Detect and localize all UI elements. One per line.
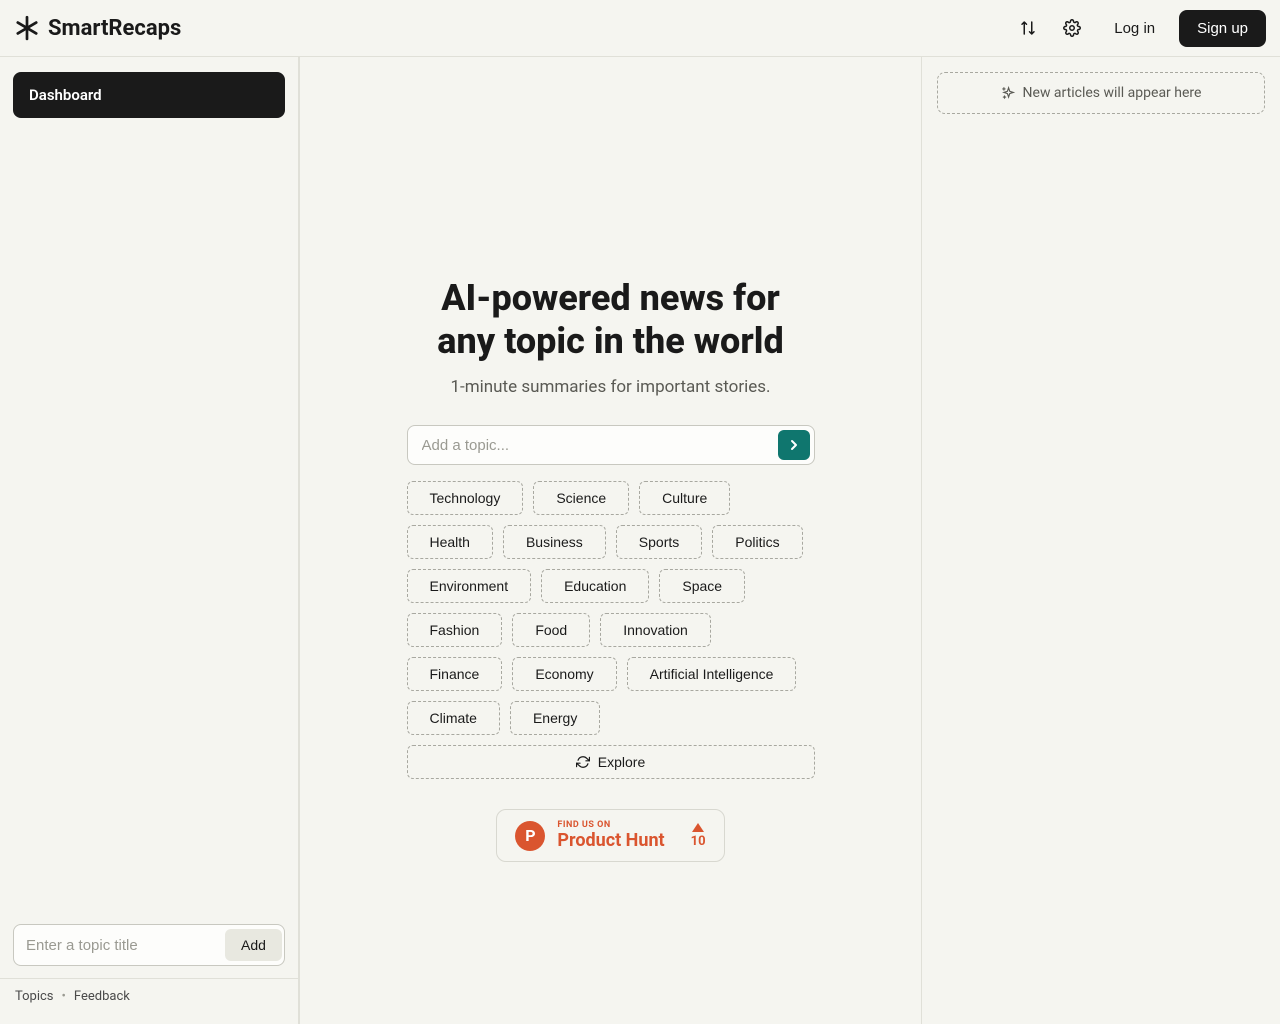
footer-topics-link[interactable]: Topics: [15, 989, 54, 1004]
sidebar: Dashboard Add Topics • Feedback: [0, 57, 300, 1024]
main-content: AI-powered news for any topic in the wor…: [300, 57, 922, 1024]
topic-chip[interactable]: Politics: [712, 525, 802, 559]
add-topic-form: Add: [13, 924, 285, 966]
sort-button[interactable]: [1010, 10, 1046, 46]
dashboard-tab[interactable]: Dashboard: [13, 72, 285, 118]
topic-chip[interactable]: Climate: [407, 701, 500, 735]
topic-input[interactable]: [422, 437, 778, 454]
topic-chip[interactable]: Health: [407, 525, 493, 559]
topic-chip[interactable]: Education: [541, 569, 649, 603]
topic-chip[interactable]: Artificial Intelligence: [627, 657, 797, 691]
ph-vote-count: 10: [691, 834, 706, 849]
topic-chip[interactable]: Space: [659, 569, 745, 603]
product-hunt-badge[interactable]: P FIND US ON Product Hunt 10: [496, 809, 724, 862]
login-button[interactable]: Log in: [1098, 11, 1171, 46]
topic-chip[interactable]: Energy: [510, 701, 600, 735]
brand-logo[interactable]: SmartRecaps: [14, 15, 181, 41]
upvote-icon: [692, 823, 704, 832]
add-topic-button[interactable]: Add: [225, 929, 282, 961]
hero-subtitle: 1-minute summaries for important stories…: [450, 377, 770, 397]
topic-chip[interactable]: Environment: [407, 569, 532, 603]
chevron-right-icon: [786, 437, 802, 453]
product-hunt-icon: P: [515, 821, 545, 851]
explore-button[interactable]: Explore: [407, 745, 815, 779]
topic-chip[interactable]: Food: [512, 613, 590, 647]
topic-chip[interactable]: Finance: [407, 657, 503, 691]
brand-name: SmartRecaps: [48, 16, 181, 41]
topic-chip[interactable]: Culture: [639, 481, 730, 515]
refresh-icon: [576, 755, 590, 769]
topic-chip[interactable]: Science: [533, 481, 629, 515]
add-topic-input[interactable]: [26, 937, 225, 954]
topic-chip[interactable]: Technology: [407, 481, 524, 515]
header: SmartRecaps Log in Sign up: [0, 0, 1280, 57]
signup-button[interactable]: Sign up: [1179, 10, 1266, 47]
topic-chips: Technology Science Culture Health Business Sp…: [407, 481, 815, 735]
header-actions: Log in Sign up: [1010, 10, 1266, 47]
topic-input-form: [407, 425, 815, 465]
sidebar-footer: Topics • Feedback: [0, 978, 298, 1014]
hero-title: AI-powered news for any topic in the wor…: [437, 277, 783, 363]
gear-icon: [1063, 19, 1081, 37]
footer-feedback-link[interactable]: Feedback: [74, 989, 130, 1004]
ph-find-us: FIND US ON: [557, 820, 664, 830]
topic-chip[interactable]: Sports: [616, 525, 702, 559]
right-panel: New articles will appear here: [922, 57, 1280, 1024]
sort-icon: [1019, 19, 1037, 37]
submit-topic-button[interactable]: [778, 430, 810, 460]
settings-button[interactable]: [1054, 10, 1090, 46]
topic-chip[interactable]: Fashion: [407, 613, 503, 647]
asterisk-icon: [14, 15, 40, 41]
topic-chip[interactable]: Innovation: [600, 613, 711, 647]
ph-name: Product Hunt: [557, 830, 664, 851]
topic-chip[interactable]: Economy: [512, 657, 616, 691]
topic-chip[interactable]: Business: [503, 525, 606, 559]
sparkle-icon: [1001, 86, 1015, 100]
articles-placeholder: New articles will appear here: [937, 72, 1265, 114]
